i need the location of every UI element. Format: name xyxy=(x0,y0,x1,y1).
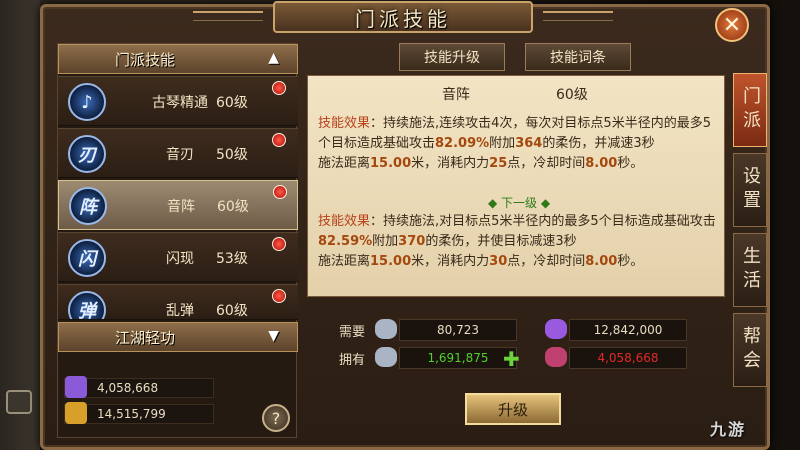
have-silver-value: 1,691,875 xyxy=(399,347,517,369)
skill-name: 古琴精通 xyxy=(152,95,208,111)
upgrade-button[interactable]: 升级 xyxy=(465,393,561,425)
skill-name: 音刃 xyxy=(166,147,194,163)
tab-skill-traits[interactable]: 技能词条 xyxy=(525,43,631,71)
skill-name: 乱弹 xyxy=(166,303,194,319)
detail-skill-name: 音阵 xyxy=(442,87,470,103)
add-silver-button[interactable]: ✚ xyxy=(503,347,520,371)
title-ornament-left xyxy=(193,11,263,21)
notification-dot-icon xyxy=(273,185,287,199)
purple-gem-icon xyxy=(545,319,567,339)
skill-row[interactable]: 刃 音刃 50级 xyxy=(58,128,298,178)
watermark-logo: 九游 xyxy=(710,420,747,439)
need-gem-value: 12,842,000 xyxy=(569,319,687,341)
blade-skill-icon: 刃 xyxy=(68,135,106,173)
skill-level: 53级 xyxy=(216,251,248,267)
silver-coin-icon xyxy=(375,319,397,339)
skill-detail-panel: 音阵 60级 技能效果：持续施法,连续攻击4次，每次对目标点5米半径内的最多5个… xyxy=(307,75,725,297)
silver-coin-icon xyxy=(375,347,397,367)
help-button[interactable]: ? xyxy=(262,404,290,432)
flash-skill-icon: 闪 xyxy=(68,239,106,277)
skill-row[interactable]: ♪ 古琴精通 60级 xyxy=(58,76,298,126)
skill-row[interactable]: 弹 乱弹 60级 xyxy=(58,284,298,320)
section-header-sect-skills[interactable]: 门派技能 ▲ xyxy=(58,44,298,74)
formation-skill-icon: 阵 xyxy=(69,187,107,225)
qin-skill-icon: ♪ xyxy=(68,83,106,121)
skill-name: 音阵 xyxy=(167,199,195,215)
resource-value: 14,515,799 xyxy=(97,407,166,421)
skill-level: 60级 xyxy=(216,95,248,111)
tab-skill-upgrade[interactable]: 技能升级 xyxy=(399,43,505,71)
purple-gem-icon xyxy=(65,376,87,398)
close-button[interactable]: ✕ xyxy=(715,8,749,42)
next-effect-text: 技能效果：持续施法,对目标点5米半径内的最多5个目标造成基础攻击82.59%附加… xyxy=(318,214,716,269)
chevron-down-icon: ▼ xyxy=(268,328,279,344)
gold-ingot-icon xyxy=(65,402,87,424)
have-label: 拥有 xyxy=(339,353,366,368)
skill-level: 50级 xyxy=(216,147,248,163)
lock-icon[interactable] xyxy=(6,390,32,414)
red-gem-icon xyxy=(545,347,567,367)
have-gem-value: 4,058,668 xyxy=(569,347,687,369)
side-tab-guild[interactable]: 帮会 xyxy=(733,313,767,387)
side-tab-settings[interactable]: 设置 xyxy=(733,153,767,227)
side-tab-life[interactable]: 生活 xyxy=(733,233,767,307)
notification-dot-icon xyxy=(272,81,286,95)
skill-row-selected[interactable]: 阵 音阵 60级 xyxy=(58,180,298,230)
resource-row-gem: 4,058,668 xyxy=(64,376,214,398)
window-title: 门派技能 xyxy=(355,6,451,31)
skill-name: 闪现 xyxy=(166,251,194,267)
need-silver-value: 80,723 xyxy=(399,319,517,341)
detail-skill-level: 60级 xyxy=(556,87,588,103)
skill-level: 60级 xyxy=(217,199,249,215)
next-level-divider: ◆ 下一级 ◆ xyxy=(488,196,551,210)
side-tab-sect[interactable]: 门派 xyxy=(733,73,767,147)
skill-list-panel: 门派技能 ▲ ♪ 古琴精通 60级 刃 音刃 50级 阵 音阵 60级 闪 闪现… xyxy=(57,43,298,438)
section-header-lightness[interactable]: 江湖轻功 ▼ xyxy=(58,322,298,352)
notification-dot-icon xyxy=(272,289,286,303)
resource-value: 4,058,668 xyxy=(97,381,159,395)
section-header-label: 江湖轻功 xyxy=(115,328,176,347)
skill-window: 门派技能 门派技能 ▲ ♪ 古琴精通 60级 刃 音刃 50级 阵 音阵 60级… xyxy=(40,1,770,450)
skill-row[interactable]: 闪 闪现 53级 xyxy=(58,232,298,282)
title-ornament-right xyxy=(543,11,613,21)
window-title-plate: 门派技能 xyxy=(273,1,533,33)
section-header-label: 门派技能 xyxy=(115,50,176,69)
left-hud-strip xyxy=(0,0,40,450)
notification-dot-icon xyxy=(272,133,286,147)
current-effect-text: 技能效果：持续施法,连续攻击4次，每次对目标点5米半径内的最多5个目标造成基础攻… xyxy=(318,116,711,171)
need-label: 需要 xyxy=(339,325,366,340)
skill-level: 60级 xyxy=(216,303,248,319)
notification-dot-icon xyxy=(272,237,286,251)
resource-row-gold: 14,515,799 xyxy=(64,402,214,424)
chaos-skill-icon: 弹 xyxy=(68,291,106,319)
chevron-up-icon: ▲ xyxy=(268,50,279,66)
